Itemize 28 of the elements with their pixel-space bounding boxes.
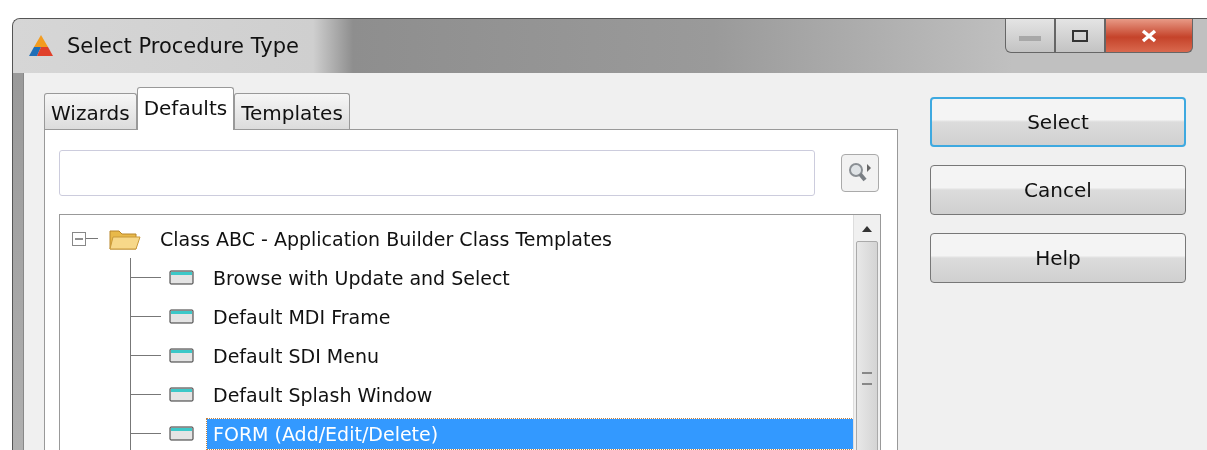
window-icon <box>169 425 195 442</box>
dialog-button[interactable]: Select <box>930 97 1186 147</box>
grip-icon <box>862 371 872 385</box>
tree-item[interactable]: Default SDI Menu <box>207 340 385 371</box>
minimize-button[interactable] <box>1005 19 1055 53</box>
search-button[interactable] <box>841 154 879 192</box>
tree-item[interactable]: Browse with Update and Select <box>207 262 516 293</box>
maximize-button[interactable] <box>1055 19 1105 53</box>
dialog-button[interactable]: Help <box>930 233 1186 283</box>
close-button[interactable] <box>1105 19 1193 53</box>
dialog-button[interactable]: Cancel <box>930 165 1186 215</box>
tree-item[interactable]: Default Splash Window <box>207 379 439 410</box>
search-field[interactable] <box>59 150 815 196</box>
window-icon <box>169 269 195 286</box>
tab[interactable]: Defaults <box>136 87 235 130</box>
app-logo-icon <box>27 34 55 58</box>
tab[interactable]: Templates <box>234 93 350 129</box>
scrollbar[interactable] <box>853 215 880 450</box>
close-icon <box>1140 28 1158 43</box>
window-icon <box>169 347 195 364</box>
window-icon <box>169 308 195 325</box>
scroll-up-icon[interactable] <box>861 225 873 233</box>
collapse-icon[interactable] <box>72 231 86 246</box>
window-title: Select Procedure Type <box>67 34 299 58</box>
tree-item[interactable]: Class ABC - Application Builder Class Templates <box>154 223 618 254</box>
tree-item[interactable]: Default MDI Frame <box>207 301 397 332</box>
window-icon <box>169 386 195 403</box>
tab[interactable]: Wizards <box>44 93 137 129</box>
